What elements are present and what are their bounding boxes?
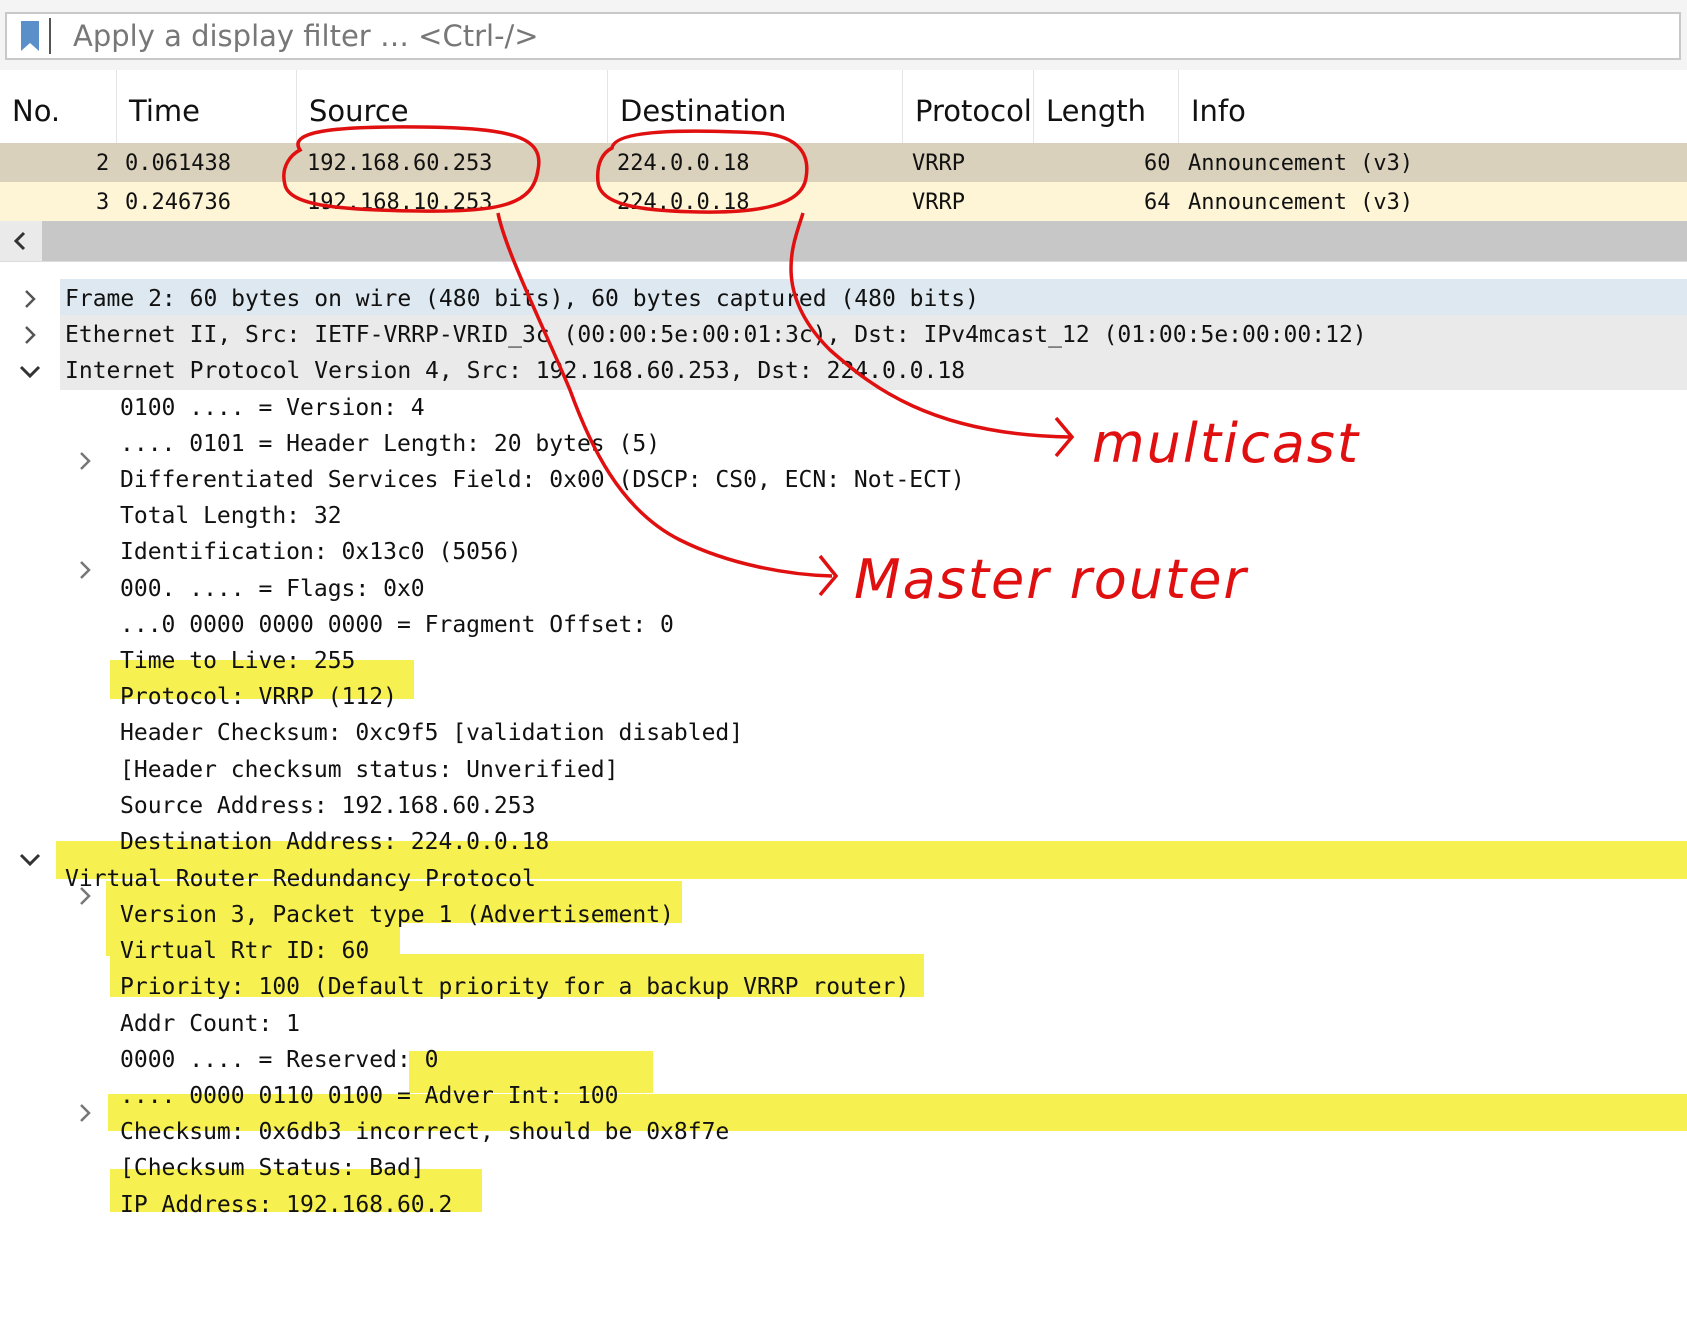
expand-arrow-icon[interactable] xyxy=(73,1101,97,1125)
tree-ethernet[interactable]: Ethernet II, Src: IETF-VRRP-VRID_3c (00:… xyxy=(65,315,1367,354)
tree-vrrp-field[interactable]: Checksum: 0x6db3 incorrect, should be 0x… xyxy=(120,1112,729,1151)
tree-ip-field[interactable]: Total Length: 32 xyxy=(120,496,342,535)
tree-ip-field[interactable]: .... 0101 = Header Length: 20 bytes (5) xyxy=(120,424,660,463)
column-header-source[interactable]: Source xyxy=(297,70,608,143)
column-header-no[interactable]: No. xyxy=(0,70,117,143)
packet-list-header: No. Time Source Destination Protocol Len… xyxy=(0,70,1687,143)
packet-destination: 224.0.0.18 xyxy=(617,190,750,215)
packet-source: 192.168.10.253 xyxy=(307,190,493,215)
tree-ip-field[interactable]: Destination Address: 224.0.0.18 xyxy=(120,822,549,861)
packet-time: 0.061438 xyxy=(125,151,231,176)
tree-vrrp-field[interactable]: 0000 .... = Reserved: 0 xyxy=(120,1040,439,1079)
tree-vrrp-field[interactable]: .... 0000 0110 0100 = Adver Int: 100 xyxy=(120,1076,619,1115)
display-filter-input[interactable] xyxy=(61,14,1685,58)
tree-vrrp-field[interactable]: Priority: 100 (Default priority for a ba… xyxy=(120,967,909,1006)
packet-time: 0.246736 xyxy=(125,190,231,215)
collapse-arrow-icon[interactable] xyxy=(18,847,42,871)
packet-info: Announcement (v3) xyxy=(1188,190,1414,215)
packet-destination: 224.0.0.18 xyxy=(617,151,750,176)
expand-arrow-icon[interactable] xyxy=(18,323,42,347)
column-header-time[interactable]: Time xyxy=(117,70,297,143)
annotation-multicast: multicast xyxy=(1092,412,1361,475)
packet-row-selected[interactable]: 2 0.061438 192.168.60.253 224.0.0.18 VRR… xyxy=(0,143,1687,182)
tree-ip-field[interactable]: Differentiated Services Field: 0x00 (DSC… xyxy=(120,460,965,499)
column-header-info[interactable]: Info xyxy=(1179,70,1687,143)
tree-vrrp-field[interactable]: [Checksum Status: Bad] xyxy=(120,1148,425,1187)
tree-vrrp[interactable]: Virtual Router Redundancy Protocol xyxy=(65,859,536,898)
packet-info: Announcement (v3) xyxy=(1188,151,1414,176)
packet-row[interactable]: 3 0.246736 192.168.10.253 224.0.0.18 VRR… xyxy=(0,182,1687,221)
column-header-protocol[interactable]: Protocol xyxy=(903,70,1034,143)
tree-vrrp-field[interactable]: Version 3, Packet type 1 (Advertisement) xyxy=(120,895,674,934)
tree-ip-field[interactable]: Identification: 0x13c0 (5056) xyxy=(120,532,522,571)
expand-arrow-icon[interactable] xyxy=(73,558,97,582)
packet-source: 192.168.60.253 xyxy=(307,151,493,176)
tree-ip-field[interactable]: 000. .... = Flags: 0x0 xyxy=(120,569,425,608)
packet-length: 60 xyxy=(1144,151,1171,176)
tree-vrrp-field[interactable]: IP Address: 192.168.60.2 xyxy=(120,1185,452,1224)
column-header-length[interactable]: Length xyxy=(1034,70,1179,143)
tree-ip-field[interactable]: Time to Live: 255 xyxy=(120,641,355,680)
tree-ip-field[interactable]: 0100 .... = Version: 4 xyxy=(120,388,425,427)
expand-arrow-icon[interactable] xyxy=(18,287,42,311)
collapse-arrow-icon[interactable] xyxy=(18,359,42,383)
tree-ip-field[interactable]: Source Address: 192.168.60.253 xyxy=(120,786,535,825)
master-arrowhead xyxy=(818,554,839,597)
bookmark-icon[interactable] xyxy=(9,18,51,54)
expand-arrow-icon[interactable] xyxy=(73,449,97,473)
tree-ip-field[interactable]: Header Checksum: 0xc9f5 [validation disa… xyxy=(120,713,743,752)
column-header-destination[interactable]: Destination xyxy=(608,70,903,143)
packet-length: 64 xyxy=(1144,190,1171,215)
packet-no: 3 xyxy=(96,190,110,215)
packet-no: 2 xyxy=(96,151,110,176)
tree-frame[interactable]: Frame 2: 60 bytes on wire (480 bits), 60… xyxy=(65,279,979,318)
multicast-arrowhead xyxy=(1054,416,1075,458)
tree-ipv4[interactable]: Internet Protocol Version 4, Src: 192.16… xyxy=(65,351,965,390)
annotation-master-router: Master router xyxy=(854,548,1248,611)
packet-protocol: VRRP xyxy=(912,190,965,215)
pane-divider[interactable] xyxy=(0,261,1687,278)
scroll-left-icon[interactable] xyxy=(0,221,42,261)
display-filter-box xyxy=(5,12,1685,60)
display-filter-bar xyxy=(0,0,1687,72)
packet-protocol: VRRP xyxy=(912,151,965,176)
tree-vrrp-field[interactable]: Virtual Rtr ID: 60 xyxy=(120,931,369,970)
tree-ip-field[interactable]: [Header checksum status: Unverified] xyxy=(120,750,619,789)
horizontal-scrollbar[interactable] xyxy=(0,221,1687,261)
tree-vrrp-field[interactable]: Addr Count: 1 xyxy=(120,1004,300,1043)
tree-ip-field[interactable]: Protocol: VRRP (112) xyxy=(120,677,397,716)
tree-ip-field[interactable]: ...0 0000 0000 0000 = Fragment Offset: 0 xyxy=(120,605,674,644)
